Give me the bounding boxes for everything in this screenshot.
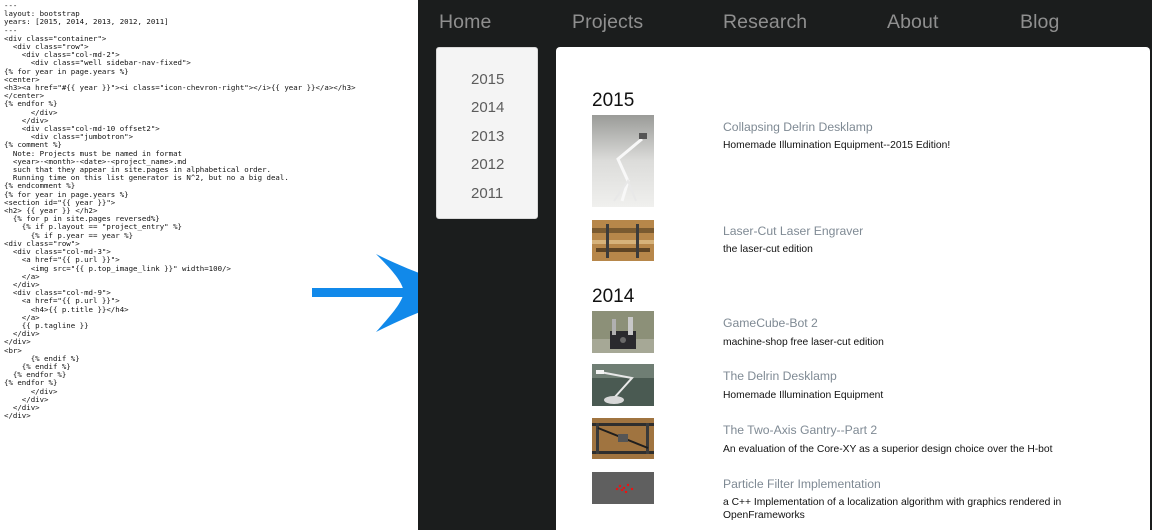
particle-filter-screenshot-image bbox=[592, 472, 654, 504]
project-thumbnail-gamecube-bot[interactable] bbox=[592, 311, 654, 353]
project-title-link[interactable]: GameCube-Bot 2 bbox=[723, 316, 818, 330]
section-heading-2015: 2015 bbox=[592, 90, 635, 111]
project-thumbnail-laser-engraver[interactable] bbox=[592, 220, 654, 261]
project-title-link[interactable]: Laser-Cut Laser Engraver bbox=[723, 224, 863, 238]
project-title-link[interactable]: Collapsing Delrin Desklamp bbox=[723, 120, 873, 134]
code-line: years: [2015, 2014, 2013, 2012, 2011] bbox=[4, 17, 169, 27]
code-line: <h3><a href="#{{ year }}"><i class="icon… bbox=[4, 83, 356, 93]
project-tagline: An evaluation of the Core-XY as a superi… bbox=[723, 444, 1053, 455]
desklamp-photo-image bbox=[592, 115, 654, 207]
nav-research-link[interactable]: Research bbox=[723, 11, 807, 34]
code-line: </div> bbox=[4, 386, 58, 396]
project-thumbnail-collapsing-desklamp[interactable] bbox=[592, 115, 654, 207]
code-line: {% endif %} bbox=[4, 361, 71, 371]
project-thumbnail-particle-filter[interactable] bbox=[592, 472, 654, 504]
project-thumbnail-delrin-desklamp[interactable] bbox=[592, 364, 654, 406]
nav-projects-link[interactable]: Projects bbox=[572, 11, 643, 34]
code-line: </div> bbox=[4, 394, 49, 404]
year-sidebar: 2015 2014 2013 2012 2011 bbox=[436, 47, 538, 219]
code-line: {% for year in page.years %} bbox=[4, 66, 129, 76]
section-heading-2014: 2014 bbox=[592, 286, 635, 307]
laser-engraver-photo-image bbox=[592, 220, 654, 261]
project-title-link[interactable]: The Two-Axis Gantry--Part 2 bbox=[723, 423, 877, 437]
nav-home-link[interactable]: Home bbox=[439, 11, 491, 34]
sidebar-year-2011-link[interactable]: 2011 bbox=[471, 185, 503, 202]
code-line: </center> bbox=[4, 91, 45, 101]
rendered-site: Home Projects Research About Blog 2015 2… bbox=[418, 0, 1152, 530]
project-tagline: Homemade Illumination Equipment--2015 Ed… bbox=[723, 140, 951, 151]
project-title-link[interactable]: Particle Filter Implementation bbox=[723, 477, 881, 491]
project-tagline: Homemade Illumination Equipment bbox=[723, 390, 884, 401]
code-line: <div class="jumbotron"> bbox=[4, 132, 134, 142]
top-navbar: Home Projects Research About Blog bbox=[418, 0, 1152, 46]
gantry-photo-image bbox=[592, 418, 654, 459]
project-tagline: a C++ Implementation of a localization a… bbox=[723, 497, 1062, 521]
code-line: </div> bbox=[4, 411, 31, 421]
project-tagline: the laser-cut edition bbox=[723, 244, 813, 255]
nav-about-link[interactable]: About bbox=[887, 11, 938, 34]
projects-panel: 2015 Collapsing Delrin Desklamp Homemade… bbox=[556, 47, 1150, 530]
sidebar-year-2014-link[interactable]: 2014 bbox=[471, 99, 504, 116]
sidebar-year-2015-link[interactable]: 2015 bbox=[471, 71, 504, 88]
project-thumbnail-two-axis-gantry[interactable] bbox=[592, 418, 654, 459]
project-title-link[interactable]: The Delrin Desklamp bbox=[723, 369, 837, 383]
sidebar-year-2013-link[interactable]: 2013 bbox=[471, 128, 504, 145]
code-line: </div> bbox=[4, 402, 40, 412]
delrin-desklamp-photo-image bbox=[592, 364, 654, 406]
code-line: </div> bbox=[4, 337, 31, 347]
project-tagline: machine-shop free laser-cut edition bbox=[723, 337, 884, 348]
code-line: {% endfor %} bbox=[4, 378, 58, 388]
gamecube-bot-photo-image bbox=[592, 311, 654, 353]
sidebar-year-2012-link[interactable]: 2012 bbox=[471, 156, 504, 173]
code-line: {% endfor %} bbox=[4, 370, 67, 380]
code-line: {% endfor %} bbox=[4, 99, 58, 109]
code-line: </div> bbox=[4, 107, 58, 117]
nav-blog-link[interactable]: Blog bbox=[1020, 11, 1059, 34]
